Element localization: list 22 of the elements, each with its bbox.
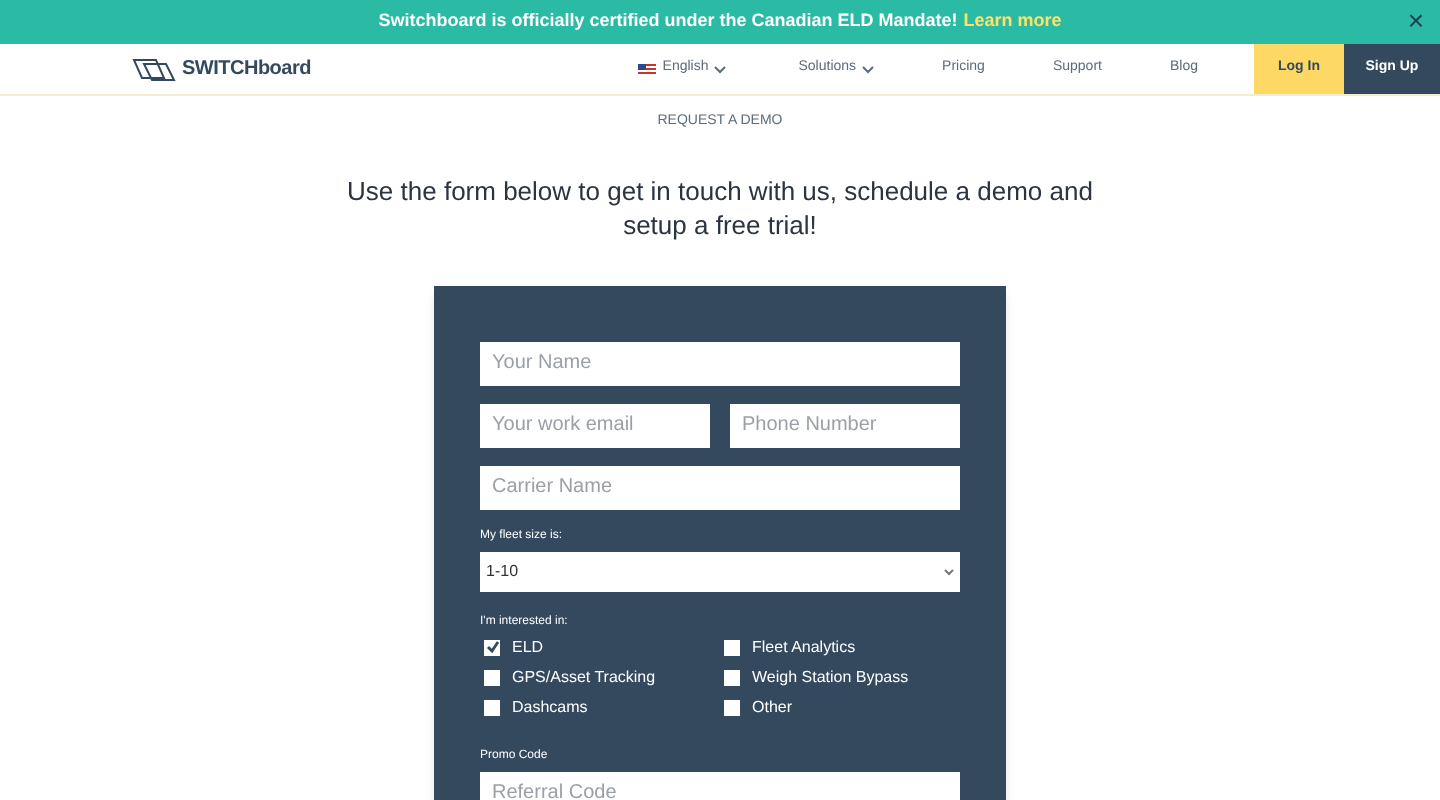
- chevron-icon: [862, 65, 875, 73]
- name-field[interactable]: Your Name: [480, 341, 960, 385]
- referral-code-field[interactable]: Referral Code: [480, 771, 960, 800]
- logo-text[interactable]: SWITCHboard: [182, 54, 311, 84]
- chevron-icon: [714, 65, 727, 73]
- interest-checkbox[interactable]: GPS/Asset Tracking: [484, 665, 720, 689]
- carrier-field[interactable]: Carrier Name: [480, 465, 960, 509]
- flag-icon: [638, 63, 657, 75]
- phone-field[interactable]: Phone Number: [730, 403, 960, 447]
- close-button[interactable]: ×: [1407, 4, 1424, 36]
- email-field[interactable]: Your work email: [480, 403, 710, 447]
- page-heading: Use the form below to get in touch with us, schedule a demo and setup a free trial!: [345, 173, 1095, 241]
- interest-checkbox[interactable]: Other: [724, 695, 960, 719]
- interest-checkbox[interactable]: ELD: [484, 635, 720, 659]
- interest-checkbox[interactable]: Dashcams: [484, 695, 720, 719]
- chevron-icon: [944, 567, 954, 575]
- interest-checkbox[interactable]: Fleet Analytics: [724, 635, 960, 659]
- check-icon: [485, 640, 499, 654]
- logo-icon: [132, 57, 176, 81]
- fleet-size-select[interactable]: 1-10: [480, 551, 960, 591]
- banner-text: Switchboard is officially certified under the Canadian ELD Mandate!: [378, 8, 958, 35]
- interest-checkbox[interactable]: Weigh Station Bypass: [724, 665, 960, 689]
